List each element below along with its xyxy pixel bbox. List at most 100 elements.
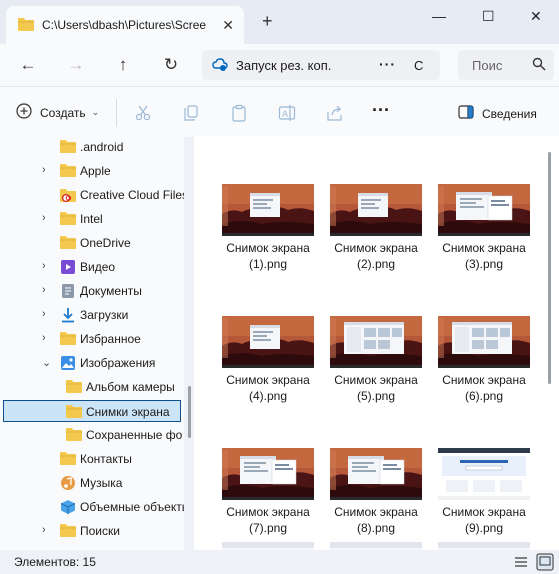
folder-icon (66, 379, 82, 396)
search-input[interactable]: Поис (458, 50, 554, 80)
folder-icon (60, 451, 76, 468)
file-thumbnail (330, 542, 422, 550)
chevron-right-icon[interactable]: › (42, 308, 46, 320)
sidebar-item[interactable]: › Избранное (0, 328, 184, 350)
sidebar-item[interactable]: Объемные объекты (0, 496, 184, 518)
sidebar-item[interactable]: › Документы (0, 280, 184, 302)
new-tab-button[interactable]: + (262, 12, 273, 30)
sidebar-item[interactable]: .android (0, 136, 184, 158)
file-name-line: Снимок экрана (226, 505, 310, 519)
details-button[interactable]: Сведения (458, 105, 537, 122)
pictures-icon (60, 355, 76, 374)
sidebar-item[interactable]: Контакты (0, 448, 184, 470)
file-name: Снимок экрана (4).png (218, 372, 318, 404)
file-thumbnail (222, 184, 314, 236)
sidebar-item[interactable]: Музыка (0, 472, 184, 494)
chevron-down-icon[interactable]: ⌄ (42, 356, 51, 369)
file-name: Снимок экрана (2).png (326, 240, 426, 272)
folder-icon (60, 331, 76, 348)
file-thumbnail (330, 316, 422, 368)
more-options-button[interactable]: ··· (372, 101, 390, 122)
breadcrumb-more-button[interactable]: ··· (379, 56, 396, 72)
copy-icon[interactable] (182, 104, 200, 122)
active-tab[interactable]: C:\Users\dbash\Pictures\Scree ✕ (6, 6, 244, 44)
paste-icon[interactable] (230, 104, 248, 122)
sidebar-item[interactable]: Альбом камеры (0, 376, 184, 398)
downloads-icon (60, 307, 76, 326)
address-bar[interactable]: Запуск рез. коп. ··· С (202, 50, 440, 80)
sidebar-item-label: Музыка (80, 476, 123, 490)
create-label: Создать (40, 105, 86, 120)
chevron-right-icon[interactable]: › (42, 284, 46, 296)
file-thumbnail (438, 448, 530, 500)
sidebar-item-label: Контакты (80, 452, 132, 466)
file-name-line: Снимок экрана (442, 505, 526, 519)
navigation-pane: .android › Apple Creative Cloud Files › Intel… (0, 136, 184, 550)
cut-icon[interactable] (134, 104, 152, 122)
refresh-button[interactable]: ↻ (160, 54, 182, 76)
breadcrumb-item[interactable]: С (414, 58, 423, 73)
sidebar-item[interactable]: Снимки экрана (3, 400, 181, 422)
large-icons-view-icon[interactable] (536, 553, 554, 571)
chevron-right-icon[interactable]: › (42, 260, 46, 272)
sidebar-item[interactable]: › Intel (0, 208, 184, 230)
sidebar-item-label: Сохраненные фо (86, 428, 183, 442)
details-label: Сведения (482, 106, 537, 121)
file-name: Снимок экрана (1).png (218, 240, 318, 272)
sidebar-item-label: Снимки экрана (86, 405, 170, 419)
up-button[interactable]: ↑ (112, 54, 134, 76)
sidebar-item[interactable]: › Загрузки (0, 304, 184, 326)
navigation-pane-scrollbar[interactable] (188, 386, 191, 438)
tab-close-icon[interactable]: ✕ (222, 17, 234, 34)
details-view-icon[interactable] (512, 553, 530, 571)
sidebar-item-label: .android (80, 140, 124, 154)
file-name-line: Снимок экрана (334, 505, 418, 519)
file-thumbnail (222, 542, 314, 550)
video-icon (60, 259, 76, 278)
file-name-line: (6).png (464, 389, 504, 403)
forward-button[interactable]: → (65, 54, 87, 76)
chevron-right-icon[interactable]: › (42, 212, 46, 224)
file-name-line: Снимок экрана (226, 241, 310, 255)
address-text: Запуск рез. коп. (236, 58, 332, 73)
sidebar-item[interactable]: › Видео (0, 256, 184, 278)
share-icon[interactable] (326, 104, 344, 122)
file-thumbnail (222, 448, 314, 500)
sidebar-item[interactable]: ⌄ Изображения (0, 352, 184, 374)
file-name-line: Снимок экрана (226, 373, 310, 387)
chevron-right-icon[interactable]: › (42, 332, 46, 344)
close-window-button[interactable]: ✕ (530, 8, 542, 25)
sidebar-item-label: Intel (80, 212, 103, 226)
music-icon (60, 475, 76, 494)
toolbar-divider (116, 99, 117, 127)
minimize-button[interactable]: — (432, 8, 446, 24)
folder-icon (60, 139, 76, 156)
search-icon (532, 57, 546, 74)
maximize-button[interactable]: ☐ (482, 8, 495, 25)
details-pane-icon (458, 105, 474, 122)
sidebar-item[interactable]: Creative Cloud Files (0, 184, 184, 206)
sidebar-item[interactable]: › Поиски (0, 520, 184, 542)
sidebar-item-label: Creative Cloud Files (80, 188, 184, 202)
sidebar-item[interactable]: OneDrive (0, 232, 184, 254)
chevron-right-icon[interactable]: › (42, 164, 46, 176)
backup-sync-icon (212, 58, 228, 75)
sidebar-item[interactable]: Сохраненные фо (0, 424, 184, 446)
3d-objects-icon (60, 499, 76, 518)
folder-icon (66, 404, 82, 421)
file-name: Снимок экрана (6).png (434, 372, 534, 404)
chevron-right-icon[interactable]: › (42, 524, 46, 536)
back-button[interactable]: ← (17, 54, 39, 76)
file-thumbnail (330, 184, 422, 236)
create-button[interactable]: Создать ⌄ (16, 103, 99, 122)
file-list-scrollbar[interactable] (548, 152, 551, 384)
sidebar-item[interactable]: › Apple (0, 160, 184, 182)
file-name: Снимок экрана (7).png (218, 504, 318, 536)
folder-icon (66, 427, 82, 444)
folder-icon (60, 211, 76, 228)
rename-icon[interactable]: A (278, 104, 296, 122)
folder-icon (60, 235, 76, 252)
sidebar-item-label: Apple (80, 164, 111, 178)
sidebar-item-label: Загрузки (80, 308, 129, 322)
documents-icon (60, 283, 76, 302)
